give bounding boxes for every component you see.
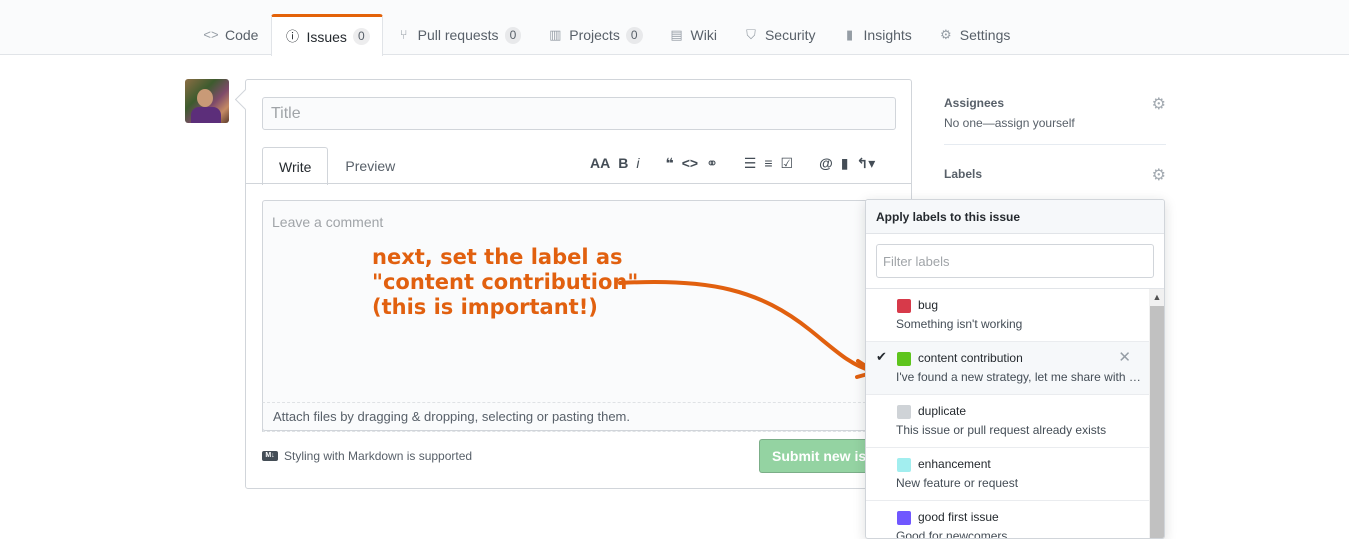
tab-code[interactable]: <> Code (190, 14, 271, 55)
label-description: I've found a new strategy, let me share … (896, 370, 1142, 384)
tab-label: Settings (959, 27, 1011, 43)
header-text-icon[interactable]: AA (590, 155, 610, 171)
label-name: content contribution (918, 351, 1023, 365)
tab-projects[interactable]: ▥ Projects 0 (534, 14, 655, 55)
label-item-enhancement[interactable]: enhancement New feature or request (866, 448, 1149, 501)
mention-icon[interactable]: @ (819, 155, 833, 171)
bold-icon[interactable]: B (618, 155, 628, 171)
tab-pull-requests[interactable]: ⑂ Pull requests 0 (383, 14, 535, 55)
tab-label: Insights (863, 27, 912, 43)
assignees-heading[interactable]: Assignees (944, 90, 1166, 116)
label-color-swatch (897, 405, 911, 419)
label-color-swatch (897, 352, 911, 366)
labels-section: Labels ⚙ (944, 161, 1166, 201)
issue-title-input[interactable] (262, 97, 896, 130)
issue-icon: ⓘ (285, 28, 299, 44)
attach-files-bar[interactable]: Attach files by dragging & dropping, sel… (262, 402, 896, 431)
markdown-note: M↓ Styling with Markdown is supported (262, 449, 472, 463)
annotation-arrow (618, 279, 877, 379)
issue-sidebar: Assignees ⚙ No one—assign yourself Label… (944, 90, 1166, 217)
markdown-toolbar: AA B i ❝ <> ⚭ ☰ ≡ ☑ @ ▮ ↰▾ (586, 153, 879, 173)
book-icon: ▤ (670, 27, 683, 42)
graph-icon: ▮ (845, 27, 854, 42)
projects-counter: 0 (625, 26, 643, 44)
filter-row (866, 234, 1164, 289)
tab-issues[interactable]: ⓘ Issues 0 (271, 14, 383, 56)
assign-yourself-link[interactable]: No one—assign yourself (944, 116, 1166, 130)
task-list-icon[interactable]: ☑ (781, 155, 794, 172)
annotation-line: "content contribution" (372, 270, 639, 294)
numbered-list-icon[interactable]: ≡ (764, 155, 772, 171)
tab-label: Projects (569, 27, 620, 43)
quote-icon[interactable]: ❝ (665, 155, 673, 172)
label-color-swatch (897, 299, 911, 313)
label-description: New feature or request (896, 476, 1019, 490)
popover-title: Apply labels to this issue (866, 200, 1164, 234)
tab-write[interactable]: Write (262, 147, 329, 185)
check-icon: ✔ (876, 349, 887, 364)
comment-placeholder: Leave a comment (272, 214, 384, 230)
label-item-good-first-issue[interactable]: good first issue Good for newcomers (866, 501, 1149, 539)
gear-icon: ⚙ (939, 27, 952, 42)
tab-security[interactable]: ⛉ Security (730, 14, 829, 55)
labels-popover: Apply labels to this issue bug Something… (865, 199, 1165, 539)
tab-insights[interactable]: ▮ Insights (829, 14, 925, 55)
labels-heading[interactable]: Labels (944, 161, 1166, 187)
link-icon[interactable]: ⚭ (706, 155, 718, 172)
repo-nav-bar: <> Code ⓘ Issues 0 ⑂ Pull requests 0 ▥ P… (0, 0, 1349, 56)
tab-wiki[interactable]: ▤ Wiki (656, 14, 730, 55)
scrollbar-thumb[interactable] (1150, 306, 1164, 538)
assignees-section: Assignees ⚙ No one—assign yourself (944, 90, 1166, 145)
label-name: enhancement (918, 457, 991, 471)
editor-tabs: Write Preview (262, 147, 412, 185)
annotation-line: (this is important!) (372, 295, 598, 319)
tab-divider (246, 183, 911, 184)
tab-settings[interactable]: ⚙ Settings (925, 14, 1024, 55)
scroll-up-icon[interactable]: ▲ (1149, 289, 1164, 305)
gear-icon[interactable]: ⚙ (1152, 165, 1166, 185)
annotation-line: next, set the label as (372, 245, 623, 269)
label-list: bug Something isn't working ✔ content co… (866, 289, 1149, 539)
label-description: Something isn't working (896, 317, 1023, 331)
code-icon[interactable]: <> (682, 155, 698, 171)
code-icon: <> (203, 27, 219, 42)
tab-label: Wiki (690, 27, 717, 43)
reply-icon[interactable]: ↰▾ (856, 155, 875, 172)
tab-label: Security (764, 27, 816, 43)
shield-icon: ⛉ (746, 27, 756, 42)
markdown-icon: M↓ (262, 451, 278, 461)
label-list-scrollbar[interactable]: ▲ (1149, 289, 1164, 538)
avatar[interactable] (185, 79, 229, 123)
tab-label: Code (225, 27, 259, 43)
tab-label: Issues (306, 28, 347, 45)
label-color-swatch (897, 458, 911, 472)
pull-requests-counter: 0 (504, 26, 522, 44)
avatar-shirt (191, 107, 221, 123)
filter-labels-input[interactable] (876, 244, 1154, 278)
label-item-bug[interactable]: bug Something isn't working (866, 289, 1149, 342)
tab-label: Pull requests (417, 27, 499, 43)
label-description: Good for newcomers (896, 529, 1008, 539)
avatar-face (197, 89, 213, 107)
repo-tabs: <> Code ⓘ Issues 0 ⑂ Pull requests 0 ▥ P… (190, 14, 1024, 56)
label-name: duplicate (918, 404, 967, 418)
label-item-content-contribution[interactable]: ✔ content contribution ✕ I've found a ne… (866, 342, 1149, 395)
issues-counter: 0 (352, 28, 370, 45)
label-name: good first issue (918, 510, 999, 524)
italic-icon[interactable]: i (636, 155, 639, 171)
remove-label-icon[interactable]: ✕ (1118, 348, 1131, 366)
label-color-swatch (897, 511, 911, 525)
tutorial-annotation: next, set the label as "content contribu… (372, 245, 638, 320)
label-description: This issue or pull request already exist… (896, 423, 1107, 437)
pull-request-icon: ⑂ (399, 27, 408, 42)
gear-icon[interactable]: ⚙ (1152, 94, 1166, 114)
label-name: bug (918, 298, 939, 312)
bullet-list-icon[interactable]: ☰ (744, 155, 757, 172)
tab-preview[interactable]: Preview (328, 147, 412, 184)
bookmark-icon[interactable]: ▮ (841, 155, 849, 172)
label-item-duplicate[interactable]: duplicate This issue or pull request alr… (866, 395, 1149, 448)
markdown-note-text[interactable]: Styling with Markdown is supported (284, 449, 472, 463)
project-icon: ▥ (549, 27, 562, 42)
